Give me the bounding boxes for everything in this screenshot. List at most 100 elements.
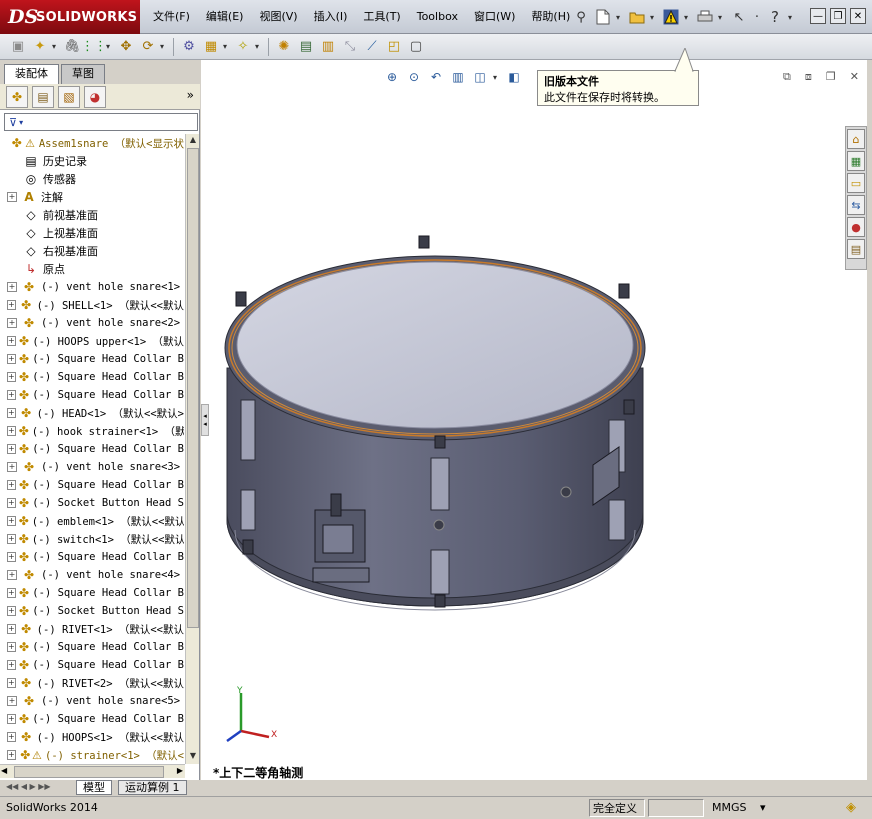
select-cursor-icon[interactable]: ↖ [730,7,748,27]
graphics-area[interactable]: ⊕ ⊙ ↶ ▥ ◫ ▾ ◧ 旧版本文件 此文件在保存时将转换。 ⧉ ⧈ ❐ ✕ … [201,48,867,780]
tree-filter[interactable]: ⊽ ▾ [4,113,198,131]
file-explorer-icon[interactable]: ▭ [847,173,865,193]
new-motion-study-icon[interactable]: ▤ [296,37,316,57]
expand-toggle[interactable]: + [7,408,16,418]
expand-toggle[interactable]: + [7,534,16,544]
close-view-icon[interactable]: ✕ [850,70,859,84]
tree-item-origin[interactable]: ↳ 原点 [0,260,184,278]
tree-component-row[interactable]: + ✤ ⚠ (-) strainer<1> （默认< [0,746,184,764]
tree-component-row[interactable]: + ✤ (-) Square Head Collar B [0,638,184,656]
expand-toggle[interactable]: + [7,426,16,436]
menu-tools[interactable]: 工具(T) [355,0,408,34]
tree-component-row[interactable]: + ✤ (-) Square Head Collar B [0,656,184,674]
tab-scroll-arrows[interactable]: ◀◀ ◀ ▶ ▶▶ [6,782,51,791]
expand-toggle[interactable]: + [7,390,16,400]
view-palette-icon[interactable]: ⇆ [847,195,865,215]
snapshot-icon[interactable]: ▢ [406,37,426,57]
rebuild-dropdown-caret[interactable]: ▾ [684,13,692,22]
tree-component-row[interactable]: + ✤ (-) Square Head Collar B [0,584,184,602]
rotate-caret[interactable]: ▾ [160,42,168,51]
tree-item-front-plane[interactable]: ◇ 前视基准面 [0,206,184,224]
solidworks-logo[interactable]: DS SOLIDWORKS [0,0,140,34]
tree-horizontal-scrollbar[interactable]: ◀ ▶ [0,764,185,778]
tag-icon[interactable]: ◈ [846,799,856,817]
expand-toggle[interactable]: + [7,678,16,688]
open-folder-icon[interactable] [628,7,646,27]
expand-toggle[interactable]: + [7,606,16,616]
exploded-view-icon[interactable]: ⤡ [340,37,360,57]
expand-toggle[interactable]: + [7,354,16,364]
menu-edit[interactable]: 编辑(E) [198,0,252,34]
expand-toggle[interactable]: + [7,570,17,580]
scroll-down-arrow[interactable]: ▼ [187,750,199,762]
expand-toggle[interactable]: + [7,516,16,526]
new-dropdown-caret[interactable]: ▾ [616,13,624,22]
open-dropdown-caret[interactable]: ▾ [650,13,658,22]
paperclip-icon[interactable]: 🖇 [62,37,82,57]
tree-component-row[interactable]: + ✤ (-) HEAD<1> （默认<<默认> [0,404,184,422]
move-component-icon[interactable]: ✥ [116,37,136,57]
tree-component-row[interactable]: + ✤ (-) RIVET<2> （默认<<默认 [0,674,184,692]
tree-component-row[interactable]: + ✤ (-) Socket Button Head S [0,602,184,620]
tab-sketch[interactable]: 草图 [61,64,105,84]
expand-toggle[interactable]: + [7,318,17,328]
tree-root[interactable]: ✤ ⚠ Assem1snare （默认<显示状 [0,134,184,152]
expand-toggle[interactable]: + [7,282,17,292]
zoom-to-fit-icon[interactable]: ⊕ [383,68,401,86]
expand-toggle[interactable]: + [7,642,16,652]
snare-drum-model[interactable] [221,220,651,640]
scroll-right-arrow[interactable]: ▶ [177,766,183,775]
expand-toggle[interactable]: + [7,714,16,724]
restore-view-icon[interactable]: ❐ [826,70,836,84]
tree-component-row[interactable]: + ✤ (-) switch<1> （默认<<默认 [0,530,184,548]
expand-toggle[interactable]: + [7,750,16,760]
tab-motion-study[interactable]: 运动算例 1 [118,780,187,795]
menu-help[interactable]: 帮助(H) [523,0,578,34]
configuration-manager-tab-icon[interactable]: ▧ [58,85,80,108]
close-button[interactable]: ✕ [850,8,866,24]
expand-toggle[interactable]: + [7,660,16,670]
tree-item-top-plane[interactable]: ◇ 上视基准面 [0,224,184,242]
custom-properties-icon[interactable]: ▤ [847,239,865,259]
tab-assembly[interactable]: 装配体 [4,64,59,84]
restore-button[interactable]: ❐ [830,8,846,24]
split-view-icon[interactable]: ⧉ [783,70,791,84]
tree-component-row[interactable]: + ✤ (-) vent hole snare<4> [0,566,184,584]
rotate-component-icon[interactable]: ⟳ [138,37,158,57]
menu-window[interactable]: 窗口(W) [466,0,523,34]
tree-component-row[interactable]: + ✤ (-) HOOPS upper<1> （默认 [0,332,184,350]
tree-component-row[interactable]: + ✤ (-) Square Head Collar B [0,548,184,566]
tree-component-row[interactable]: + ✤ (-) Square Head Collar B [0,386,184,404]
print-icon[interactable] [696,7,714,27]
insert-components-icon[interactable]: ▣ [8,37,28,57]
tree-component-row[interactable]: + ✤ (-) hook strainer<1> （默 [0,422,184,440]
assembly-features-icon[interactable]: ✧ [233,37,253,57]
status-units[interactable]: MMGS [712,799,747,817]
tree-item-annotations[interactable]: + A 注解 [0,188,184,206]
expand-toggle[interactable]: + [7,480,16,490]
help-icon[interactable]: ? [766,7,784,27]
mate-icon[interactable]: ⋮⋮ [81,37,107,57]
expand-toggle[interactable]: + [7,462,17,472]
property-manager-tab-icon[interactable]: ▤ [32,85,54,108]
mate-caret[interactable]: ▾ [106,42,114,51]
scroll-thumb[interactable] [187,148,199,628]
panel-collapse-handle[interactable]: ◂ ◂ [201,404,209,436]
minimize-button[interactable]: — [810,8,826,24]
menu-view[interactable]: 视图(V) [251,0,305,34]
print-dropdown-caret[interactable]: ▾ [718,13,726,22]
tab-model[interactable]: 模型 [76,780,112,795]
menu-file[interactable]: 文件(F) [145,0,198,34]
design-library-icon[interactable]: ▦ [847,151,865,171]
smart-fasteners-icon[interactable]: ⚙ [179,37,199,57]
menu-insert[interactable]: 插入(I) [306,0,356,34]
options-icon[interactable]: · [752,7,762,27]
tree-component-row[interactable]: + ✤ (-) vent hole snare<2> [0,314,184,332]
home-icon[interactable]: ⌂ [847,129,865,149]
tree-component-row[interactable]: + ✤ (-) Square Head Collar B [0,440,184,458]
tree-component-row[interactable]: + ✤ (-) Socket Button Head S [0,494,184,512]
tree-component-row[interactable]: + ✤ (-) Square Head Collar B [0,710,184,728]
expand-toggle[interactable]: + [7,444,16,454]
pin-icon[interactable]: ⚲ [572,7,590,27]
rebuild-warning-icon[interactable] [662,7,680,27]
